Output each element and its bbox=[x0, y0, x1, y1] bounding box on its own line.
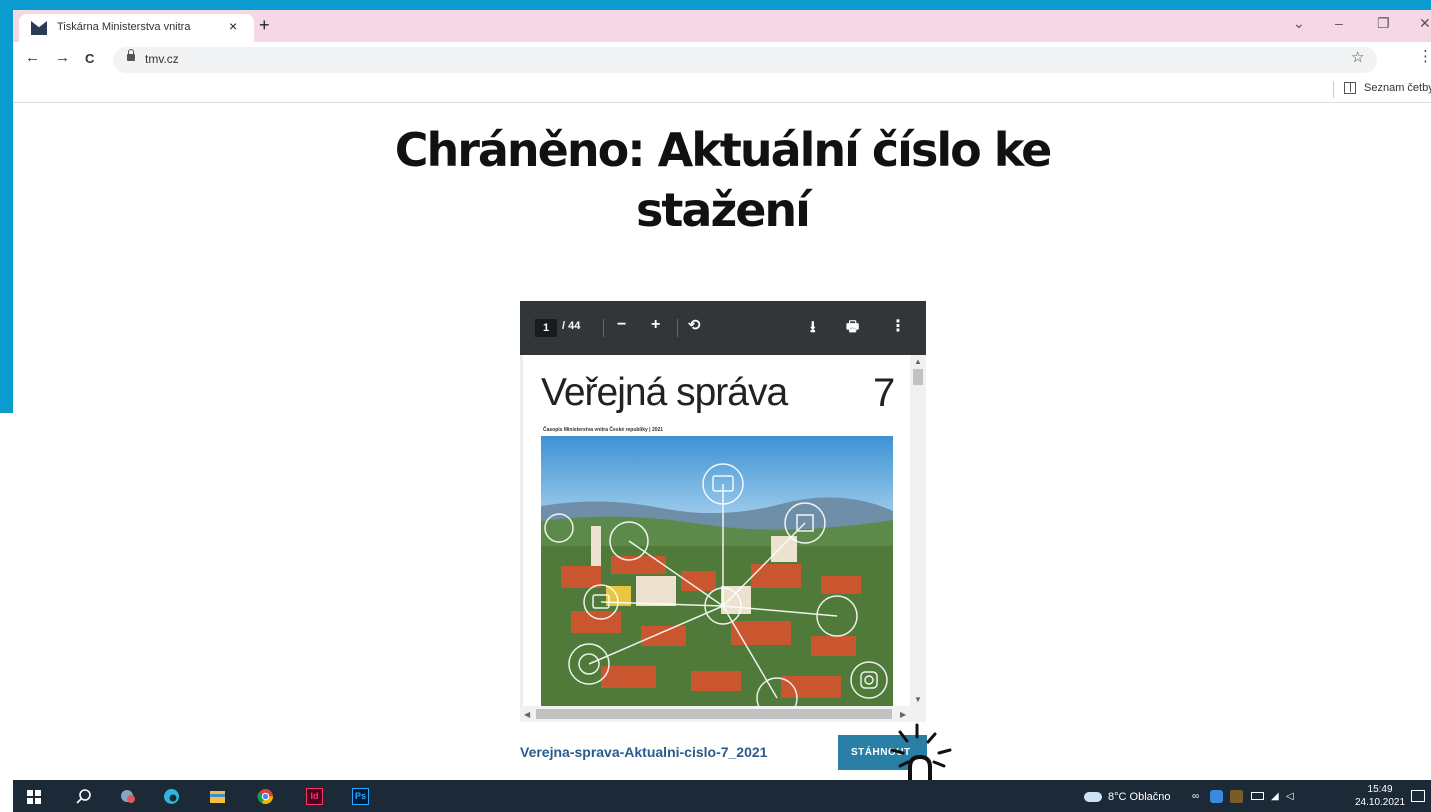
horizontal-scroll-thumb[interactable] bbox=[536, 709, 892, 719]
clock-time: 15:49 bbox=[1367, 784, 1393, 795]
download-icon[interactable]: ⭳ bbox=[810, 316, 816, 343]
clock[interactable]: 15:49 24.10.2021 bbox=[1355, 783, 1405, 809]
page-title-line-2: stažení bbox=[636, 183, 811, 237]
bookmarks-bar: Seznam četby bbox=[13, 76, 1431, 103]
page-title: Chráněno: Aktuální číslo ke stažení bbox=[390, 120, 1055, 240]
pdf-page: Veřejná správa 7 Časopis Ministerstva vn… bbox=[523, 355, 910, 706]
document-subtitle: Časopis Ministerstva vnitra České republ… bbox=[543, 427, 664, 433]
wifi-signal-icon[interactable]: ◢ bbox=[1271, 791, 1279, 802]
zoom-in-button[interactable]: + bbox=[651, 316, 660, 334]
close-window-button[interactable]: ✕ bbox=[1419, 15, 1431, 32]
url-text[interactable]: tmv.cz bbox=[145, 52, 179, 66]
scroll-up-arrow-icon[interactable]: ▲ bbox=[914, 357, 922, 366]
toolbar-separator bbox=[677, 319, 678, 337]
network-app-icon[interactable] bbox=[119, 788, 136, 805]
cloud-weather-icon[interactable] bbox=[1084, 792, 1102, 802]
browser-menu-icon[interactable]: ⋮ bbox=[1418, 47, 1431, 65]
pdf-toolbar: 1 / 44 − + ⟲ ⭳ 🖶 ⋮ bbox=[520, 301, 926, 355]
windows-start-icon[interactable] bbox=[27, 790, 41, 804]
volume-icon[interactable]: ◁ bbox=[1286, 791, 1294, 802]
chrome-browser-icon[interactable] bbox=[257, 788, 274, 805]
notification-center-icon[interactable] bbox=[1411, 790, 1425, 802]
maximize-button[interactable]: ❐ bbox=[1377, 15, 1390, 32]
print-icon[interactable]: 🖶 bbox=[846, 316, 859, 340]
tab-close-icon[interactable]: × bbox=[229, 18, 237, 34]
page-total: / 44 bbox=[562, 320, 581, 332]
link-tray-icon[interactable]: ∞ bbox=[1192, 791, 1199, 802]
vertical-scroll-thumb[interactable] bbox=[913, 369, 923, 385]
windows-taskbar: Id Ps 8°C Oblačno ∞ ◢ ◁ 15:49 24.10.2021 bbox=[13, 780, 1431, 812]
tab-search-icon[interactable]: ⌄ bbox=[1293, 15, 1305, 32]
scroll-right-arrow-icon[interactable]: ▶ bbox=[900, 710, 906, 719]
browser-toolbar: ← → C tmv.cz ☆ ⋮ bbox=[13, 42, 1431, 76]
weather-text[interactable]: 8°C Oblačno bbox=[1108, 791, 1171, 803]
cover-photo bbox=[541, 436, 893, 706]
blue-frame-left bbox=[0, 0, 13, 413]
file-explorer-icon[interactable] bbox=[209, 788, 226, 805]
town-aerial-illustration bbox=[541, 436, 893, 706]
scroll-left-arrow-icon[interactable]: ◀ bbox=[524, 710, 530, 719]
bookmarks-separator bbox=[1333, 81, 1334, 98]
document-title: Veřejná správa bbox=[541, 371, 788, 414]
teamviewer-tray-icon[interactable] bbox=[1210, 790, 1223, 803]
scroll-down-arrow-icon[interactable]: ▼ bbox=[914, 695, 922, 704]
address-bar[interactable]: tmv.cz bbox=[113, 47, 1377, 73]
reload-button[interactable]: C bbox=[85, 51, 94, 66]
tab-title: Tiskárna Ministerstva vnitra bbox=[57, 21, 191, 33]
bookmark-star-icon[interactable]: ☆ bbox=[1351, 48, 1364, 66]
toolbar-separator bbox=[603, 319, 604, 337]
vertical-scrollbar[interactable]: ▲ ▼ bbox=[910, 355, 926, 706]
security-tray-icon[interactable] bbox=[1230, 790, 1243, 803]
page-title-line-1: Chráněno: Aktuální číslo ke bbox=[394, 123, 1053, 177]
file-name-link[interactable]: Verejna-sprava-Aktualni-cislo-7_2021 bbox=[520, 744, 767, 760]
tmv-favicon-icon bbox=[31, 21, 47, 35]
tab-bar: Tiskárna Ministerstva vnitra × + ⌄ – ❐ ✕ bbox=[13, 10, 1431, 42]
page-number-input[interactable]: 1 bbox=[535, 319, 557, 337]
minimize-button[interactable]: – bbox=[1335, 15, 1343, 31]
indesign-icon[interactable]: Id bbox=[306, 788, 323, 805]
lock-icon[interactable] bbox=[127, 49, 135, 61]
photoshop-icon[interactable]: Ps bbox=[352, 788, 369, 805]
battery-icon[interactable] bbox=[1251, 792, 1264, 800]
search-icon[interactable] bbox=[75, 788, 92, 805]
horizontal-scrollbar[interactable]: ◀ ▶ bbox=[520, 706, 926, 722]
more-options-icon[interactable]: ⋮ bbox=[890, 316, 906, 336]
zoom-out-button[interactable]: − bbox=[617, 316, 626, 334]
reading-list-icon[interactable] bbox=[1344, 82, 1356, 94]
new-tab-button[interactable]: + bbox=[259, 15, 270, 36]
document-issue-number: 7 bbox=[873, 371, 896, 415]
rotate-button[interactable]: ⟲ bbox=[688, 316, 701, 334]
back-button[interactable]: ← bbox=[25, 49, 40, 66]
blue-frame-top bbox=[0, 0, 1431, 10]
browser-tab[interactable]: Tiskárna Ministerstva vnitra × bbox=[19, 14, 254, 42]
edge-browser-icon[interactable] bbox=[163, 788, 180, 805]
clock-date: 24.10.2021 bbox=[1355, 797, 1406, 808]
reading-list-button[interactable]: Seznam četby bbox=[1364, 82, 1431, 94]
pdf-viewer: 1 / 44 − + ⟲ ⭳ 🖶 ⋮ Veřejná správa 7 Časo… bbox=[520, 301, 926, 722]
forward-button[interactable]: → bbox=[55, 49, 70, 66]
